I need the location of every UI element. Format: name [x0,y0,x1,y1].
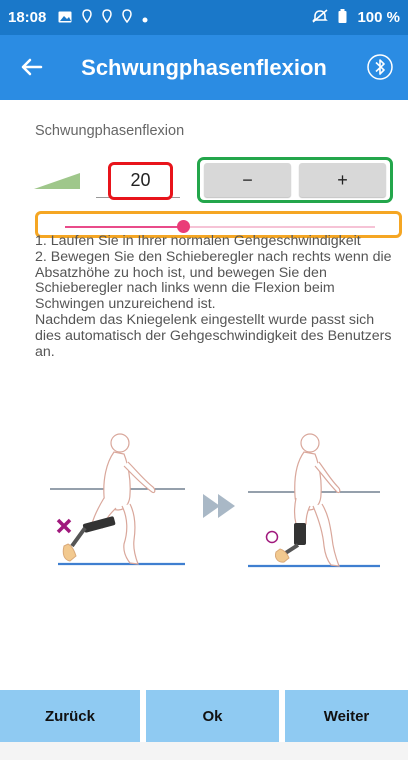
gait-illustration [50,433,380,568]
ok-button[interactable]: Ok [146,690,279,742]
location-icon [102,9,113,26]
back-button[interactable]: Zurück [0,690,140,742]
fast-forward-icon [203,494,235,518]
increase-button[interactable]: + [299,163,386,197]
battery-level: 100 % [357,9,400,26]
dot-icon [142,10,148,26]
slider-thumb[interactable] [176,220,190,233]
image-icon [58,10,72,26]
app-bar: Schwungphasenflexion [0,35,408,100]
bluetooth-icon[interactable] [366,53,394,81]
instruction-step-2: 2. Bewegen Sie den Schieberegler nach re… [35,248,392,313]
system-nav-strip [0,742,408,760]
value-display[interactable]: 20 [108,170,173,191]
location-icon [82,9,93,26]
mute-icon [312,8,329,27]
next-button[interactable]: Weiter [285,690,408,742]
bottom-bar: Zurück Ok Weiter [0,690,408,742]
slider-fill [65,226,183,228]
instruction-step-1: 1. Laufen Sie in Ihrer normalen Gehgesch… [35,233,361,249]
instructions: 1. Laufen Sie in Ihrer normalen Gehgesch… [35,233,400,360]
ramp-icon [34,173,80,194]
section-label: Schwungphasenflexion [35,123,185,139]
wrong-gait-figure [50,433,185,566]
page-title: Schwungphasenflexion [81,54,327,80]
back-arrow-icon[interactable] [14,49,50,85]
main-content: Schwungphasenflexion 20 − + 1. Laufen Si… [0,100,408,690]
stepper-control: − + [197,157,393,203]
correct-gait-figure [248,433,380,568]
decrease-button[interactable]: − [204,163,291,197]
slider-track[interactable] [65,220,375,233]
status-time: 18:08 [8,9,47,26]
instruction-note: Nachdem das Kniegelenk eingestellt wurde… [35,311,392,360]
battery-icon [338,8,347,27]
status-bar: 18:08 100 % [0,0,408,35]
location-icon [122,9,133,26]
